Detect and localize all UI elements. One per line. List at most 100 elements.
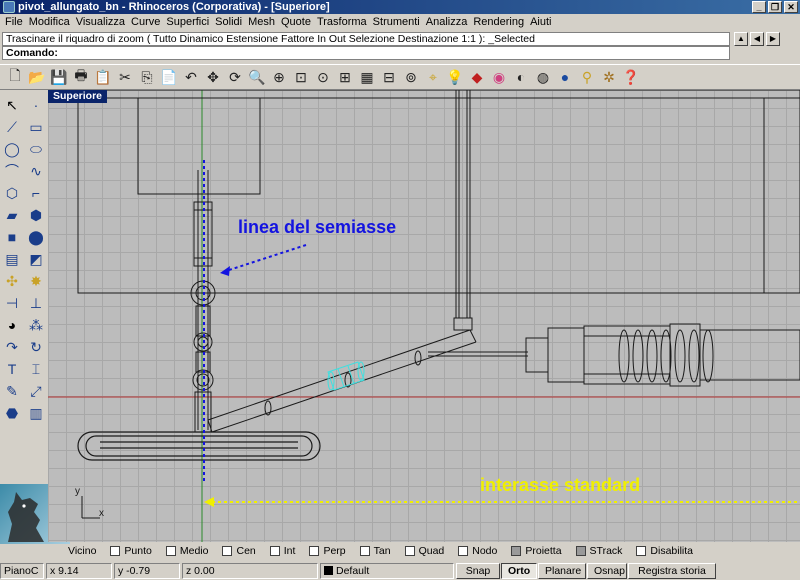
- table-icon[interactable]: ▥: [25, 402, 47, 424]
- render-mesh-icon[interactable]: ⬣: [1, 402, 23, 424]
- snap-strack[interactable]: STrack: [575, 545, 622, 557]
- snap-proietta[interactable]: Proietta: [511, 545, 562, 557]
- record-history-toggle[interactable]: Registra storia: [628, 562, 716, 579]
- snap-checkbox[interactable]: [458, 546, 469, 556]
- layer-icon[interactable]: ◆: [466, 66, 488, 88]
- menu-aiuti[interactable]: Aiuti: [527, 16, 554, 28]
- zoom-selected-icon[interactable]: ⊙: [312, 66, 334, 88]
- menu-superfici[interactable]: Superfici: [163, 16, 212, 28]
- snap-checkbox[interactable]: [269, 546, 280, 556]
- snap-punto[interactable]: Punto: [110, 545, 152, 557]
- scroll-left-button[interactable]: ◀: [750, 32, 764, 46]
- open-icon[interactable]: 📂: [26, 66, 48, 88]
- snap-checkbox[interactable]: [165, 546, 176, 556]
- snap-toggle[interactable]: Snap: [456, 562, 500, 579]
- solid-tools-icon[interactable]: ⬤: [25, 226, 47, 248]
- zoom-window-icon[interactable]: 🔍: [246, 66, 268, 88]
- extrude-icon[interactable]: ⬢: [25, 204, 47, 226]
- minimize-button[interactable]: _: [752, 1, 766, 13]
- snap-nodo[interactable]: Nodo: [458, 545, 497, 557]
- group-icon[interactable]: ⁂: [25, 314, 47, 336]
- snap-int[interactable]: Int: [269, 545, 295, 557]
- settings-icon[interactable]: ✲: [598, 66, 620, 88]
- menu-strumenti[interactable]: Strumenti: [370, 16, 423, 28]
- new-icon[interactable]: 🗋: [4, 66, 26, 88]
- menu-curve[interactable]: Curve: [128, 16, 163, 28]
- viewport-superiore[interactable]: y x Superiore linea del semiasse interas…: [48, 90, 800, 542]
- sweep-icon[interactable]: ◩: [25, 248, 47, 270]
- pan-icon[interactable]: ✥: [202, 66, 224, 88]
- snap-checkbox[interactable]: [636, 546, 647, 556]
- snap-perp[interactable]: Perp: [309, 545, 346, 557]
- snap-checkbox[interactable]: [404, 546, 415, 556]
- menu-trasforma[interactable]: Trasforma: [314, 16, 370, 28]
- box-icon[interactable]: ■: [1, 226, 23, 248]
- boolean-icon[interactable]: ◕: [1, 314, 23, 336]
- clipboard-icon[interactable]: 📋: [92, 66, 114, 88]
- zoom-dynamic-icon[interactable]: ⊕: [268, 66, 290, 88]
- menu-modifica[interactable]: Modifica: [26, 16, 73, 28]
- viewport-title[interactable]: Superiore: [48, 90, 108, 103]
- command-prompt[interactable]: Comando:: [2, 46, 730, 60]
- circle-icon[interactable]: ◯: [1, 138, 23, 160]
- snap-cen[interactable]: Cen: [222, 545, 256, 557]
- rectangle-icon[interactable]: ▭: [25, 116, 47, 138]
- trim-icon[interactable]: ⊣: [1, 292, 23, 314]
- menu-mesh[interactable]: Mesh: [245, 16, 278, 28]
- render-sphere-icon[interactable]: ●: [554, 66, 576, 88]
- arc-icon[interactable]: ⌒: [1, 160, 23, 182]
- snap-disabilita[interactable]: Disabilita: [636, 545, 693, 557]
- save-icon[interactable]: 💾: [48, 66, 70, 88]
- undo-icon[interactable]: ↶: [180, 66, 202, 88]
- cut-icon[interactable]: ✂: [114, 66, 136, 88]
- planar-toggle[interactable]: Planare: [538, 562, 586, 579]
- snap-checkbox[interactable]: [110, 546, 121, 556]
- sphere-shade-icon[interactable]: ◐: [510, 66, 532, 88]
- transform-icon[interactable]: ✣: [1, 270, 23, 292]
- restore-button[interactable]: ❐: [768, 1, 782, 13]
- snap-checkbox[interactable]: [511, 546, 522, 556]
- four-viewports-icon[interactable]: ⊞: [334, 66, 356, 88]
- snap-checkbox[interactable]: [359, 546, 370, 556]
- menu-solidi[interactable]: Solidi: [212, 16, 245, 28]
- osnap-toggle[interactable]: Osnap: [587, 562, 627, 579]
- print-icon[interactable]: 🖶: [70, 66, 92, 88]
- snap-medio[interactable]: Medio: [165, 545, 208, 557]
- snap-tan[interactable]: Tan: [359, 545, 391, 557]
- dimension-icon[interactable]: T: [1, 358, 23, 380]
- menu-visualizza[interactable]: Visualizza: [73, 16, 128, 28]
- camera-icon[interactable]: ⊟: [378, 66, 400, 88]
- grid-icon[interactable]: ▦: [356, 66, 378, 88]
- text-icon[interactable]: ⌶: [25, 358, 47, 380]
- light-icon[interactable]: 💡: [444, 66, 466, 88]
- help-icon[interactable]: ❓: [620, 66, 642, 88]
- snap-icon[interactable]: ⊚: [400, 66, 422, 88]
- zoom-extents-icon[interactable]: ⊡: [290, 66, 312, 88]
- menu-quote[interactable]: Quote: [278, 16, 314, 28]
- menu-analizza[interactable]: Analizza: [423, 16, 471, 28]
- mesh-icon[interactable]: ▤: [1, 248, 23, 270]
- layer-field[interactable]: Default: [320, 562, 454, 579]
- snap-quad[interactable]: Quad: [404, 545, 444, 557]
- help-point-icon[interactable]: ⌖: [422, 66, 444, 88]
- explode-icon[interactable]: ✸: [25, 270, 47, 292]
- curve-icon[interactable]: ∿: [25, 160, 47, 182]
- move-icon[interactable]: ↷: [1, 336, 23, 358]
- snap-checkbox[interactable]: [309, 546, 320, 556]
- polygon-icon[interactable]: ⬡: [1, 182, 23, 204]
- select-icon[interactable]: ↖: [1, 94, 23, 116]
- close-button[interactable]: ✕: [784, 1, 798, 13]
- color-wheel-icon[interactable]: ◉: [488, 66, 510, 88]
- point-icon[interactable]: ·: [25, 94, 47, 116]
- scroll-right-button[interactable]: ▶: [766, 32, 780, 46]
- menu-file[interactable]: File: [2, 16, 26, 28]
- snap-checkbox[interactable]: [575, 546, 586, 556]
- scroll-up-button[interactable]: ▲: [734, 32, 748, 46]
- ortho-toggle[interactable]: Orto: [501, 562, 537, 579]
- copy-icon[interactable]: ⎘: [136, 66, 158, 88]
- fillet-icon[interactable]: ⌐: [25, 182, 47, 204]
- menu-rendering[interactable]: Rendering: [470, 16, 527, 28]
- rotate-icon[interactable]: ↻: [25, 336, 47, 358]
- snap-vicino[interactable]: Vicino: [68, 545, 96, 557]
- surface-icon[interactable]: ▰: [1, 204, 23, 226]
